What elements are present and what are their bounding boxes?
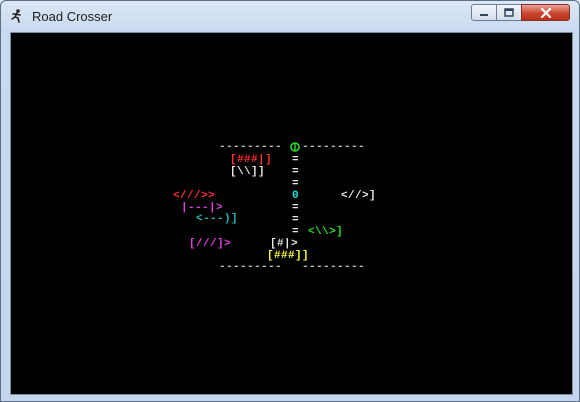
vehicle-white-car-3: [#|> xyxy=(270,238,299,250)
player: 0 xyxy=(292,190,300,202)
road-bottom-left: --------- xyxy=(219,261,283,273)
runner-icon xyxy=(11,9,21,23)
game-window: Road Crosser --------- --------- = = = 0… xyxy=(0,0,580,402)
close-button[interactable] xyxy=(521,4,570,21)
title-bar[interactable]: Road Crosser xyxy=(1,1,579,31)
median-mark: = xyxy=(292,202,300,214)
median-mark: = xyxy=(292,178,300,190)
vehicle-white-car-1: [\\]] xyxy=(230,166,266,178)
maximize-icon xyxy=(504,8,514,17)
game-canvas[interactable]: --------- --------- = = = 0 = = = [###|]… xyxy=(10,32,573,395)
maximize-button[interactable] xyxy=(496,4,522,21)
goal-marker xyxy=(290,142,300,152)
minimize-icon xyxy=(480,13,488,16)
vehicle-magenta-car-2: [///]> xyxy=(189,238,232,250)
minimize-button[interactable] xyxy=(471,4,497,21)
vehicle-red-truck: [###|] xyxy=(230,154,273,166)
median-mark: = xyxy=(292,154,300,166)
vehicle-white-car-2: <//>] xyxy=(341,190,377,202)
median-mark: = xyxy=(292,226,300,238)
median-mark: = xyxy=(292,214,300,226)
close-icon xyxy=(540,7,551,18)
vehicle-green-car: <\\>] xyxy=(308,226,344,238)
vehicle-cyan-car: <---)] xyxy=(196,213,239,225)
road-top-right: --------- xyxy=(302,141,366,153)
vehicle-red-car: <///>> xyxy=(173,190,216,202)
road-bottom-right: --------- xyxy=(302,261,366,273)
road-top-left: --------- xyxy=(219,141,283,153)
median-mark: = xyxy=(292,166,300,178)
window-title: Road Crosser xyxy=(32,9,113,24)
